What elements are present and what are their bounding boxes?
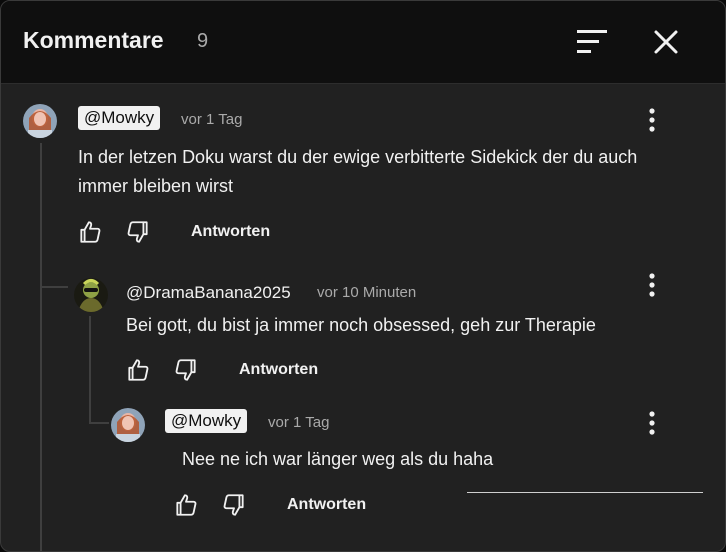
close-icon [654, 30, 678, 54]
thread-branch [89, 422, 109, 424]
more-options-button[interactable] [642, 106, 662, 136]
comment-time[interactable]: vor 10 Minuten [317, 284, 416, 301]
comment-author[interactable]: @Mowky [165, 409, 248, 433]
dislike-button[interactable] [173, 357, 199, 383]
like-button[interactable] [125, 357, 151, 383]
thumbs-down-icon [223, 494, 244, 516]
close-button[interactable] [649, 25, 683, 59]
thumbs-down-icon [127, 221, 148, 243]
panel-title: Kommentare [23, 27, 164, 53]
comment-text: Bei gott, du bist ja immer noch obsessed… [126, 315, 596, 335]
like-button[interactable] [77, 219, 103, 245]
like-button[interactable] [173, 492, 199, 518]
comment-text: Nee ne ich war länger weg als du haha [182, 449, 494, 469]
comment-time[interactable]: vor 1 Tag [268, 414, 329, 431]
thread-line [40, 143, 42, 551]
avatar-image [111, 408, 145, 442]
thumbs-up-icon [128, 359, 149, 381]
avatar[interactable] [23, 104, 57, 138]
more-options-button[interactable] [642, 409, 662, 439]
comment-text: In der letzen Doku warst du der ewige ve… [78, 147, 638, 196]
comment-time[interactable]: vor 1 Tag [181, 111, 242, 128]
avatar[interactable] [111, 408, 145, 442]
dislike-button[interactable] [221, 492, 247, 518]
panel-header: Kommentare 9 [1, 1, 725, 84]
reply-button[interactable]: Antworten [287, 496, 366, 514]
thread-branch [40, 286, 68, 288]
sort-button[interactable] [574, 27, 610, 57]
thread-line [89, 316, 91, 422]
dislike-button[interactable] [125, 219, 151, 245]
avatar-image [23, 104, 57, 138]
comment-author[interactable]: @Mowky [78, 106, 161, 130]
thumbs-up-icon [80, 221, 101, 243]
reply-button[interactable]: Antworten [191, 223, 270, 241]
divider [467, 492, 703, 493]
thumbs-down-icon [175, 359, 196, 381]
more-vert-icon [649, 108, 655, 132]
more-vert-icon [649, 411, 655, 435]
reply-button[interactable]: Antworten [239, 361, 318, 379]
comment-author[interactable]: @DramaBanana2025 [126, 283, 291, 303]
avatar-image [74, 278, 108, 312]
comments-panel: Kommentare 9 @Mowky vor 1 Tag In der let… [0, 0, 726, 552]
comment-count: 9 [197, 30, 209, 52]
more-options-button[interactable] [642, 271, 662, 301]
more-vert-icon [649, 273, 655, 297]
thumbs-up-icon [176, 494, 197, 516]
avatar[interactable] [74, 278, 108, 312]
sort-icon [577, 30, 607, 53]
